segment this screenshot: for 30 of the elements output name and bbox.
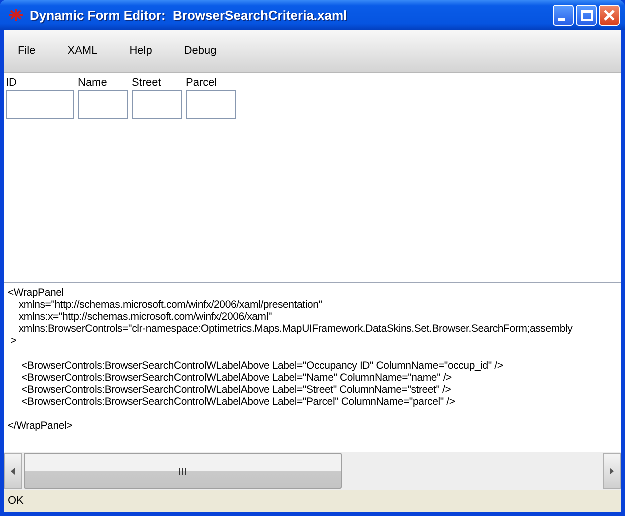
menu-item[interactable]: XAML xyxy=(58,41,108,61)
maximize-icon xyxy=(580,10,592,20)
window-title: Dynamic Form Editor: BrowserSearchCriteria.xaml xyxy=(30,8,348,22)
menu-item[interactable]: Help xyxy=(120,41,162,61)
field-label: ID xyxy=(6,76,18,90)
app-icon xyxy=(8,8,24,22)
field-label: Name xyxy=(78,76,108,90)
input-field[interactable] xyxy=(132,90,182,119)
close-button[interactable] xyxy=(599,4,620,26)
status-text: OK xyxy=(8,495,24,507)
menu-item[interactable]: File xyxy=(8,41,46,61)
minimize-icon xyxy=(558,18,565,20)
menu-item[interactable]: Debug xyxy=(174,41,227,61)
field-label: Parcel xyxy=(186,76,218,90)
right-arrow-icon xyxy=(610,468,614,474)
code-editor[interactable] xyxy=(4,283,621,452)
scroll-right-button[interactable] xyxy=(603,453,621,489)
field-label: Street xyxy=(132,76,162,90)
maximize-button[interactable] xyxy=(576,4,597,26)
minimize-button[interactable] xyxy=(553,4,574,26)
scroll-thumb[interactable] xyxy=(24,453,342,489)
input-field[interactable] xyxy=(78,90,128,119)
input-field[interactable] xyxy=(186,90,236,119)
close-icon xyxy=(604,10,615,20)
input-field[interactable] xyxy=(6,90,74,119)
grip-icon xyxy=(179,468,187,474)
scroll-left-button[interactable] xyxy=(4,453,22,489)
left-arrow-icon xyxy=(11,468,15,474)
horizontal-scrollbar[interactable] xyxy=(4,452,621,490)
code-text: <WrapPanel xmlns="http://schemas.microsoft.com/winfx/2006/xaml/presentation" xmlns:x="http://schemas.microsoft.com/winfx/2006/xaml" xmlns:BrowserControls="clr-namespace:Optimetrics.Maps.MapUIFramework.DataSkins.Set.Browser.SearchForm;assembly > <BrowserControls:BrowserSearchControlWLabelAbove Label="Occupancy ID" ColumnName="occup_id" /> <BrowserControls:BrowserSearchControlWLabelAbove Label="Name" ColumnName="name" /> <BrowserControls:BrowserSearchControlWLabelAbove Label="Street" ColumnName="street" /> <BrowserControls:BrowserSearchControlWLabelAbove Label="Parcel" ColumnName="parcel" /> </WrapPanel> xyxy=(8,287,574,432)
